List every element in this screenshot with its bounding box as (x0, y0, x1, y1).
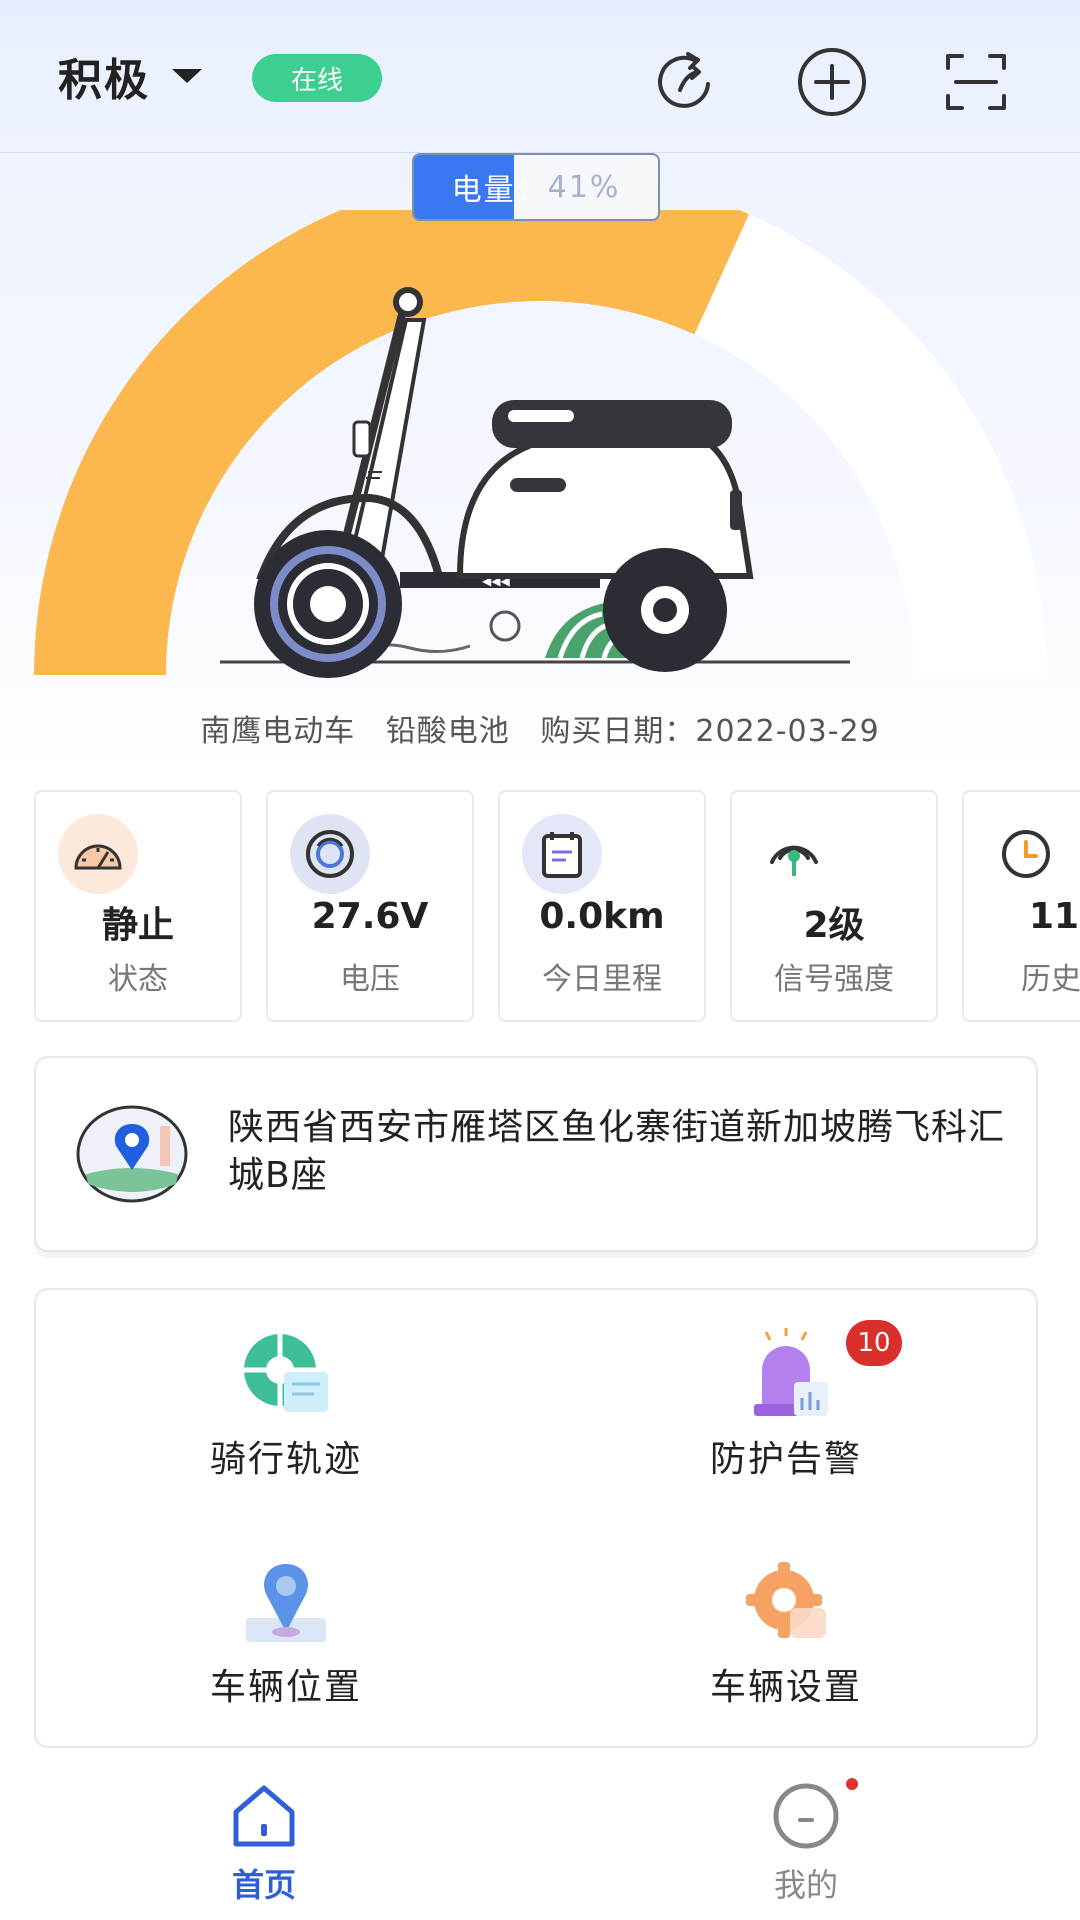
location-card[interactable]: 陕西省西安市雁塔区鱼化寨街道新加坡腾飞科汇城B座 (34, 1056, 1038, 1252)
bottom-navigation: 首页 我的 (0, 1760, 1080, 1920)
stat-label: 电压 (340, 962, 400, 997)
device-name[interactable]: 积极 (58, 44, 150, 108)
feature-label: 车辆位置 (209, 1667, 362, 1708)
track-icon (244, 1334, 328, 1412)
battery-label: 电量： (451, 173, 548, 208)
stat-label: 信号强度 (774, 962, 894, 997)
stat-value: 11k (1028, 896, 1080, 937)
scan-button[interactable] (940, 46, 1012, 118)
stat-label: 今日里程 (542, 962, 662, 997)
battery-percent: 41% (547, 169, 621, 205)
signal-icon (754, 814, 834, 894)
notification-dot (846, 1778, 858, 1790)
feature-label: 骑行轨迹 (209, 1439, 362, 1480)
feature-label: 车辆设置 (709, 1667, 862, 1708)
vehicle-settings-button[interactable]: 车辆设置 (536, 1518, 1036, 1746)
stat-card-history-mileage[interactable]: 11k 历史里 (962, 790, 1080, 1022)
scan-icon[interactable] (940, 46, 1012, 118)
refresh-button[interactable] (650, 46, 722, 118)
device-selector[interactable]: 积极 (58, 44, 202, 108)
scooter-illustration: ◀◀◀ (220, 287, 850, 678)
nav-mine-label[interactable]: 我的 (706, 1860, 906, 1906)
stats-row[interactable]: 静止 状态 27.6V 电压 0.0km 今日里程 2级 信号强度 11 历史 (34, 790, 1080, 1022)
stat-value: 27.6V (311, 896, 429, 937)
battery-type: 铅酸电池 (385, 714, 510, 749)
add-circle-icon[interactable] (796, 46, 868, 118)
location-pin-icon (246, 1564, 326, 1642)
vehicle-location-button[interactable]: 车辆位置 (36, 1518, 536, 1746)
profile-icon[interactable] (770, 1780, 842, 1852)
alarm-icon (754, 1328, 828, 1416)
stat-card-voltage[interactable]: 27.6V 电压 (266, 790, 474, 1022)
stat-card-today-mileage[interactable]: 0.0km 今日里程 (498, 790, 706, 1022)
stat-label: 历史里 (1021, 962, 1080, 997)
stat-card-status[interactable]: 静止 状态 (34, 790, 242, 1022)
calendar-icon (522, 814, 602, 894)
feature-grid: 骑行轨迹 10 防护告警 车辆位置 车辆设置 (34, 1288, 1038, 1748)
battery-level-indicator: 电量： 41% (412, 153, 660, 221)
app-header: 积极 在线 (0, 0, 1080, 153)
protection-alarm-button[interactable]: 10 防护告警 (536, 1290, 1036, 1518)
purchase-date: 购买日期：2022-03-29 (540, 714, 880, 749)
alarm-count-badge: 10 (846, 1320, 902, 1366)
map-location-icon (76, 1105, 188, 1203)
stat-card-signal[interactable]: 2级 信号强度 (730, 790, 938, 1022)
nav-home[interactable]: 首页 (164, 1760, 364, 1920)
vehicle-info-line: 南鹰电动车 铅酸电池 购买日期：2022-03-29 (0, 706, 1080, 750)
home-icon[interactable] (228, 1780, 300, 1852)
stat-value: 静止 (101, 905, 174, 946)
speedometer-icon (58, 814, 138, 894)
stat-value: 0.0km (539, 896, 665, 937)
ride-track-button[interactable]: 骑行轨迹 (36, 1290, 536, 1518)
vehicle-brand: 南鹰电动车 (200, 714, 356, 749)
refresh-icon[interactable] (650, 46, 722, 118)
nav-home-label[interactable]: 首页 (164, 1860, 364, 1906)
voltage-icon (290, 814, 370, 894)
online-status-badge: 在线 (252, 54, 382, 102)
settings-gear-icon (746, 1562, 826, 1638)
clock-icon (986, 814, 1066, 894)
nav-mine[interactable]: 我的 (706, 1760, 906, 1920)
location-address: 陕西省西安市雁塔区鱼化寨街道新加坡腾飞科汇城B座 (228, 1107, 1006, 1196)
feature-label: 防护告警 (709, 1439, 862, 1480)
add-button[interactable] (796, 46, 868, 118)
stat-value: 2级 (803, 905, 865, 946)
chevron-down-icon[interactable] (172, 69, 202, 83)
stat-label: 状态 (108, 962, 168, 997)
